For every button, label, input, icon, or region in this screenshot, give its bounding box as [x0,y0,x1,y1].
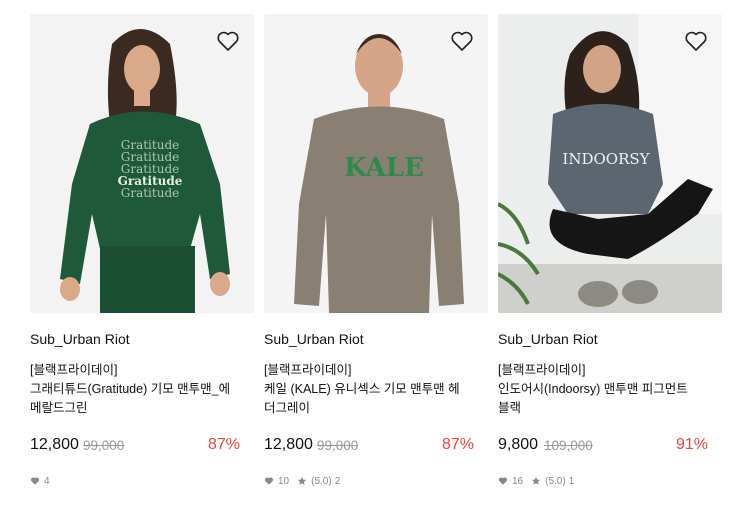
star-icon [531,476,541,485]
price-row: 12,800 99,000 87% [264,436,476,456]
original-price: 99,000 [83,438,125,453]
likes-group: 16 [498,476,523,487]
product-title[interactable]: [블랙프라이데이] 인도어시(Indoorsy) 맨투맨 피그먼트 블랙 [498,361,718,418]
product-image[interactable]: KALE [264,14,488,313]
product-card[interactable]: Gratitude Gratitude Gratitude Gratitude … [30,14,254,504]
price-row: 9,800 109,000 91% [498,436,710,456]
wishlist-heart-icon[interactable] [216,30,240,52]
product-title-line: 더그레이 [264,401,311,415]
rating-group: (5.0) 1 [531,476,574,487]
review-count: 1 [568,475,575,487]
discount-rate: 91% [675,436,708,453]
likes-count: 4 [44,475,50,487]
likes-group: 4 [30,476,50,487]
product-title-line: [블랙프라이데이] [30,363,118,377]
original-price: 99,000 [317,438,359,453]
product-title-line: 인도어시(Indoorsy) 맨투맨 피그먼트 [498,382,688,396]
product-image[interactable]: Gratitude Gratitude Gratitude Gratitude … [30,14,254,313]
likes-count: 10 [278,475,290,487]
product-photo: KALE [264,14,488,313]
product-photo: Gratitude Gratitude Gratitude Gratitude … [30,14,254,313]
likes-group: 10 [264,476,289,487]
heart-filled-icon [264,477,274,485]
sale-price: 12,800 [264,436,313,453]
review-count: 2 [334,475,341,487]
product-image[interactable]: INDOORSY [498,14,722,313]
wishlist-heart-icon[interactable] [684,30,708,52]
product-card[interactable]: KALE Sub_Urban Riot [블랙프라이데이] 케일 (KALE) … [264,14,488,504]
product-card[interactable]: INDOORSY Sub_Urban Riot [블랙프라이데이] 인도어시(I… [498,14,722,504]
product-title-line: 메랄드그린 [30,401,88,415]
sale-price: 9,800 [498,436,539,453]
svg-text:INDOORSY: INDOORSY [562,150,650,168]
product-photo: INDOORSY [498,14,722,313]
rating-value: (5.0) [545,475,566,487]
product-meta: 10 (5.0) 2 [264,474,348,488]
product-meta: 4 [30,474,58,488]
discount-rate: 87% [441,436,474,453]
rating-group: (5.0) 2 [297,476,340,487]
sale-price: 12,800 [30,436,79,453]
discount-rate: 87% [207,436,240,453]
svg-text:Gratitude: Gratitude [121,186,179,200]
product-grid: Gratitude Gratitude Gratitude Gratitude … [0,0,752,513]
product-title-line: [블랙프라이데이] [498,363,586,377]
likes-count: 16 [512,475,524,487]
product-brand[interactable]: Sub_Urban Riot [264,331,364,347]
product-title-line: 케일 (KALE) 유니섹스 기모 맨투맨 헤 [264,382,460,396]
heart-filled-icon [30,477,40,485]
wishlist-heart-icon[interactable] [450,30,474,52]
product-brand[interactable]: Sub_Urban Riot [30,331,130,347]
original-price: 109,000 [544,438,593,453]
product-title[interactable]: [블랙프라이데이] 케일 (KALE) 유니섹스 기모 맨투맨 헤 더그레이 [264,361,484,418]
product-title-line: [블랙프라이데이] [264,363,352,377]
product-brand[interactable]: Sub_Urban Riot [498,331,598,347]
price-row: 12,800 99,000 87% [30,436,242,456]
star-icon [297,476,307,485]
rating-value: (5.0) [311,475,332,487]
product-meta: 16 (5.0) 1 [498,474,582,488]
product-title-line: 그래티튜드(Gratitude) 기모 맨투맨_에 [30,382,231,396]
product-title-line: 블랙 [498,401,522,415]
product-title[interactable]: [블랙프라이데이] 그래티튜드(Gratitude) 기모 맨투맨_에 메랄드그… [30,361,250,418]
heart-filled-icon [498,477,508,485]
svg-text:KALE: KALE [344,153,424,183]
